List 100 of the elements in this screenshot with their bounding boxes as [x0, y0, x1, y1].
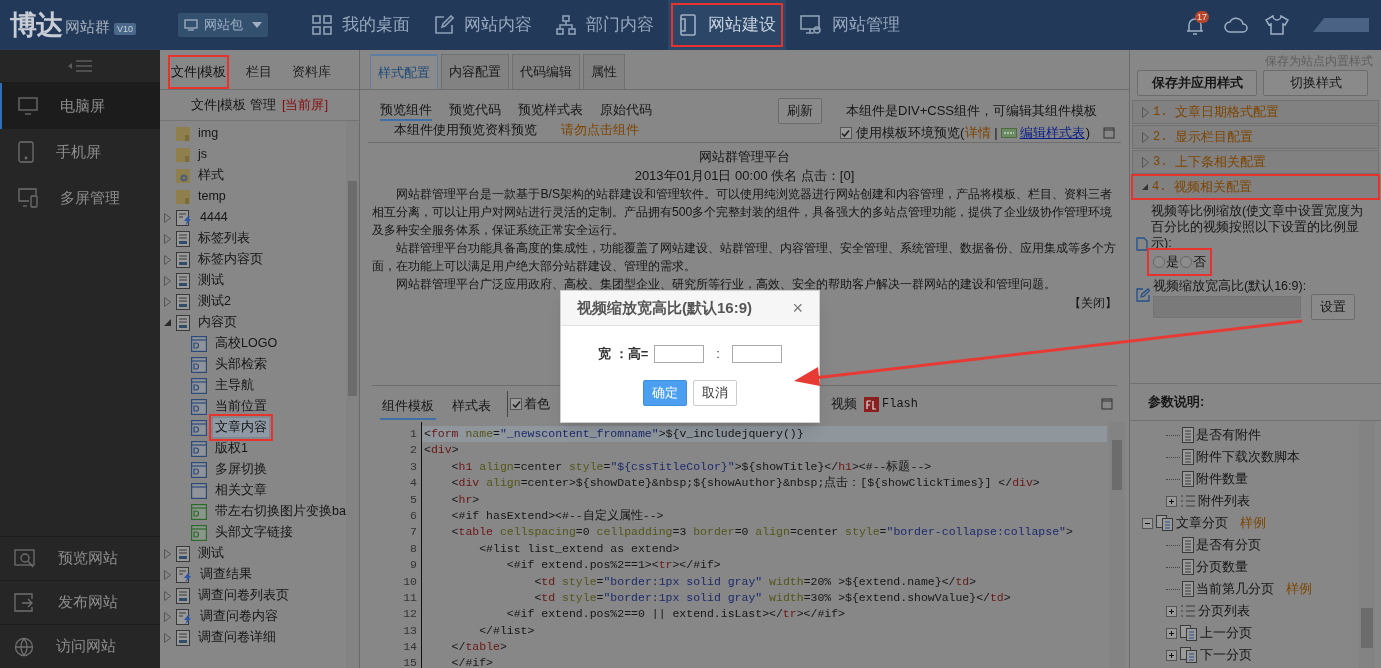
tree-item[interactable]: 调查结果 [197, 564, 255, 585]
user-avatar[interactable] [1313, 18, 1369, 32]
cancel-button[interactable]: 取消 [693, 379, 737, 406]
nav-tab[interactable]: 网站建设 [668, 0, 786, 50]
tree-item[interactable]: 测试 [195, 270, 227, 291]
flash-button[interactable]: Flash [864, 395, 918, 413]
tree-item[interactable]: 4444 [197, 207, 231, 228]
toolbar-checkbox[interactable]: 着色 [510, 394, 550, 414]
nav-tab[interactable]: 网站内容 [424, 0, 542, 50]
tree-item[interactable]: 测试2 [195, 291, 234, 312]
tree-item[interactable]: 样式 [195, 165, 227, 186]
code-tab[interactable]: 组件模板 [380, 394, 436, 420]
height-field[interactable] [731, 344, 782, 363]
preview-tab[interactable]: 预览样式表 [518, 102, 583, 121]
radio-option[interactable]: 否 [1180, 252, 1206, 272]
ratio-field[interactable] [1153, 295, 1301, 318]
width-field[interactable] [654, 344, 705, 363]
expand-icon[interactable] [1166, 627, 1177, 639]
scrollbar[interactable] [346, 121, 359, 668]
collapsed-arrow-icon[interactable] [164, 233, 171, 244]
expand-icon[interactable] [1166, 649, 1177, 661]
save-apply-button[interactable]: 保存并应用样式 [1137, 70, 1257, 96]
editor-tab[interactable]: 内容配置 [441, 54, 509, 89]
expand-icon[interactable] [1166, 495, 1177, 507]
collapsed-arrow-icon[interactable] [164, 212, 171, 223]
nav-tab[interactable]: 网站管理 [790, 0, 910, 50]
collapsed-arrow-icon[interactable] [164, 632, 171, 643]
param-item[interactable]: 文章分页 [1176, 513, 1228, 533]
tree-item[interactable]: 调查问卷详细 [195, 627, 279, 648]
sidebar-item[interactable]: 多屏管理 [0, 175, 160, 221]
tree-item[interactable]: js [195, 144, 211, 165]
switch-style-button[interactable]: 切换样式 [1263, 70, 1368, 96]
param-item[interactable]: 上一分页 [1200, 623, 1252, 643]
panel-tab[interactable]: 资料库 [289, 55, 335, 89]
tree-item[interactable]: 调查问卷内容 [197, 606, 281, 627]
site-select[interactable]: 网站包 [178, 13, 268, 37]
collapsed-arrow-icon[interactable] [164, 611, 171, 622]
nav-tab[interactable]: 部门内容 [546, 0, 664, 50]
radio-option[interactable]: 是 [1153, 252, 1179, 272]
param-item[interactable]: 是否有附件 [1196, 425, 1261, 445]
param-item[interactable]: 下一分页 [1200, 645, 1252, 665]
editor-tab[interactable]: 属性 [583, 54, 625, 89]
tree-item[interactable]: 内容页 [195, 312, 240, 333]
refresh-button[interactable]: 刷新 [778, 98, 822, 124]
code-tab[interactable]: 样式表 [450, 394, 493, 420]
param-item[interactable]: 分页列表 [1198, 601, 1250, 621]
sidebar-item[interactable]: 手机屏 [0, 129, 160, 175]
tree-item[interactable]: 测试 [195, 543, 227, 564]
notification-button[interactable]: 17 [1185, 14, 1207, 36]
param-item[interactable]: 附件列表 [1198, 491, 1250, 511]
collapsed-arrow-icon[interactable] [164, 590, 171, 601]
tree-item[interactable]: 高校LOGO [212, 333, 281, 354]
warning-text: 请勿点击组件 [561, 121, 639, 138]
collapsed-arrow-icon[interactable] [164, 275, 171, 286]
set-button[interactable]: 设置 [1311, 293, 1355, 320]
param-item[interactable]: 附件下载次数脚本 [1196, 447, 1300, 467]
expanded-arrow-icon[interactable] [164, 319, 171, 326]
preview-tab[interactable]: 原始代码 [600, 102, 652, 121]
tree-item[interactable]: temp [195, 186, 229, 207]
tree-item[interactable]: 多屏切换 [212, 459, 270, 480]
panel-tab[interactable]: 栏目 [243, 55, 276, 89]
tree-item[interactable]: 头部检索 [212, 354, 270, 375]
sidebar-item[interactable]: 电脑屏 [0, 83, 160, 129]
scrollbar[interactable] [1109, 422, 1125, 668]
expand-icon[interactable] [1166, 605, 1177, 617]
preview-tab[interactable]: 预览组件 [380, 102, 432, 121]
component-icon [191, 440, 207, 457]
checkbox[interactable] [839, 127, 852, 139]
scrollbar[interactable] [1359, 421, 1375, 668]
tree-item[interactable]: 调查问卷列表页 [195, 585, 292, 606]
editor-tab[interactable]: 样式配置 [370, 54, 438, 89]
close-link[interactable]: 【关闭】 [1069, 294, 1117, 312]
close-button[interactable]: × [792, 299, 803, 317]
collapse-icon[interactable] [1142, 517, 1153, 529]
param-item[interactable]: 附件数量 [1196, 469, 1248, 489]
nav-tab[interactable]: 我的桌面 [302, 0, 420, 50]
tree-item[interactable]: 相关文章 [212, 480, 270, 501]
editor-tab[interactable]: 代码编辑 [512, 54, 580, 89]
tree-item[interactable]: 当前位置 [212, 396, 270, 417]
collapsed-arrow-icon[interactable] [164, 254, 171, 265]
collapsed-arrow-icon[interactable] [164, 296, 171, 307]
param-item[interactable]: 是否有分页 [1196, 535, 1261, 555]
collapsed-arrow-icon[interactable] [164, 548, 171, 559]
preview-tab[interactable]: 预览代码 [449, 102, 501, 121]
tree-item[interactable]: 带左右切换图片变换ba [212, 501, 349, 522]
tree-item[interactable]: img [195, 123, 222, 144]
param-item[interactable]: 分页数量 [1196, 557, 1248, 577]
edit-stylesheet-link[interactable]: 编辑样式表 [1019, 125, 1085, 141]
panel-tab[interactable]: 文件|模板 [168, 55, 230, 89]
video-button[interactable]: 视频 [830, 394, 858, 414]
tree-item[interactable]: 主导航 [212, 375, 257, 396]
page-bolt-icon [176, 209, 192, 226]
collapsed-arrow-icon[interactable] [164, 569, 171, 580]
tree-item[interactable]: 文章内容 [212, 417, 270, 438]
tree-item[interactable]: 版权1 [212, 438, 251, 459]
ok-button[interactable]: 确定 [643, 379, 687, 406]
tree-item[interactable]: 头部文字链接 [212, 522, 296, 543]
tree-item[interactable]: 标签内容页 [195, 249, 266, 270]
param-item[interactable]: 当前第几分页 [1196, 579, 1274, 599]
tree-item[interactable]: 标签列表 [195, 228, 253, 249]
